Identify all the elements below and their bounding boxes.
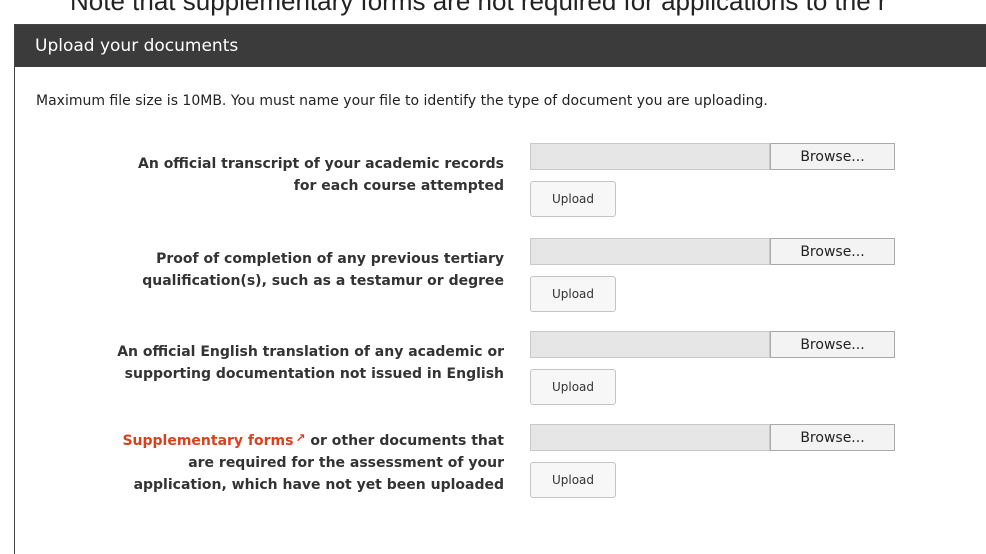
panel-title: Upload your documents (15, 25, 986, 67)
upload-panel: Upload your documents Maximum file size … (14, 24, 986, 554)
upload-button[interactable]: Upload (530, 276, 616, 312)
label-line: application, which have not yet been upl… (133, 477, 504, 493)
label-line: An official transcript of your academic … (138, 156, 504, 172)
label-line: qualification(s), such as a testamur or … (142, 273, 504, 289)
browse-button[interactable]: Browse... (770, 143, 895, 170)
upload-button[interactable]: Upload (530, 462, 616, 498)
external-link-icon[interactable]: ↗ (295, 427, 305, 449)
label-line: Supplementary forms ↗ or other documents … (24, 430, 504, 452)
file-input[interactable]: Browse... (530, 143, 895, 170)
file-name-field[interactable] (530, 143, 770, 170)
label-line: supporting documentation not issued in E… (124, 366, 504, 382)
label-text: or other documents that (305, 433, 504, 449)
file-input[interactable]: Browse... (530, 424, 895, 451)
browse-button[interactable]: Browse... (770, 424, 895, 451)
label-line: Proof of completion of any previous tert… (156, 251, 504, 267)
browse-button[interactable]: Browse... (770, 238, 895, 265)
row-label: Supplementary forms ↗ or other documents … (24, 430, 504, 496)
row-label: Proof of completion of any previous tert… (24, 248, 504, 292)
file-name-field[interactable] (530, 238, 770, 265)
file-name-field[interactable] (530, 424, 770, 451)
file-input[interactable]: Browse... (530, 331, 895, 358)
row-label: An official transcript of your academic … (24, 153, 504, 197)
upload-button[interactable]: Upload (530, 369, 616, 405)
file-name-field[interactable] (530, 331, 770, 358)
supplementary-forms-link[interactable]: Supplementary forms (122, 433, 293, 449)
row-label: An official English translation of any a… (24, 341, 504, 385)
label-line: for each course attempted (293, 178, 504, 194)
intro-text: Maximum file size is 10MB. You must name… (36, 93, 768, 109)
file-input[interactable]: Browse... (530, 238, 895, 265)
label-line: are required for the assessment of your (188, 455, 504, 471)
top-note: Note that supplementary forms are not re… (70, 0, 887, 16)
label-line: An official English translation of any a… (117, 344, 504, 360)
upload-button[interactable]: Upload (530, 181, 616, 217)
browse-button[interactable]: Browse... (770, 331, 895, 358)
